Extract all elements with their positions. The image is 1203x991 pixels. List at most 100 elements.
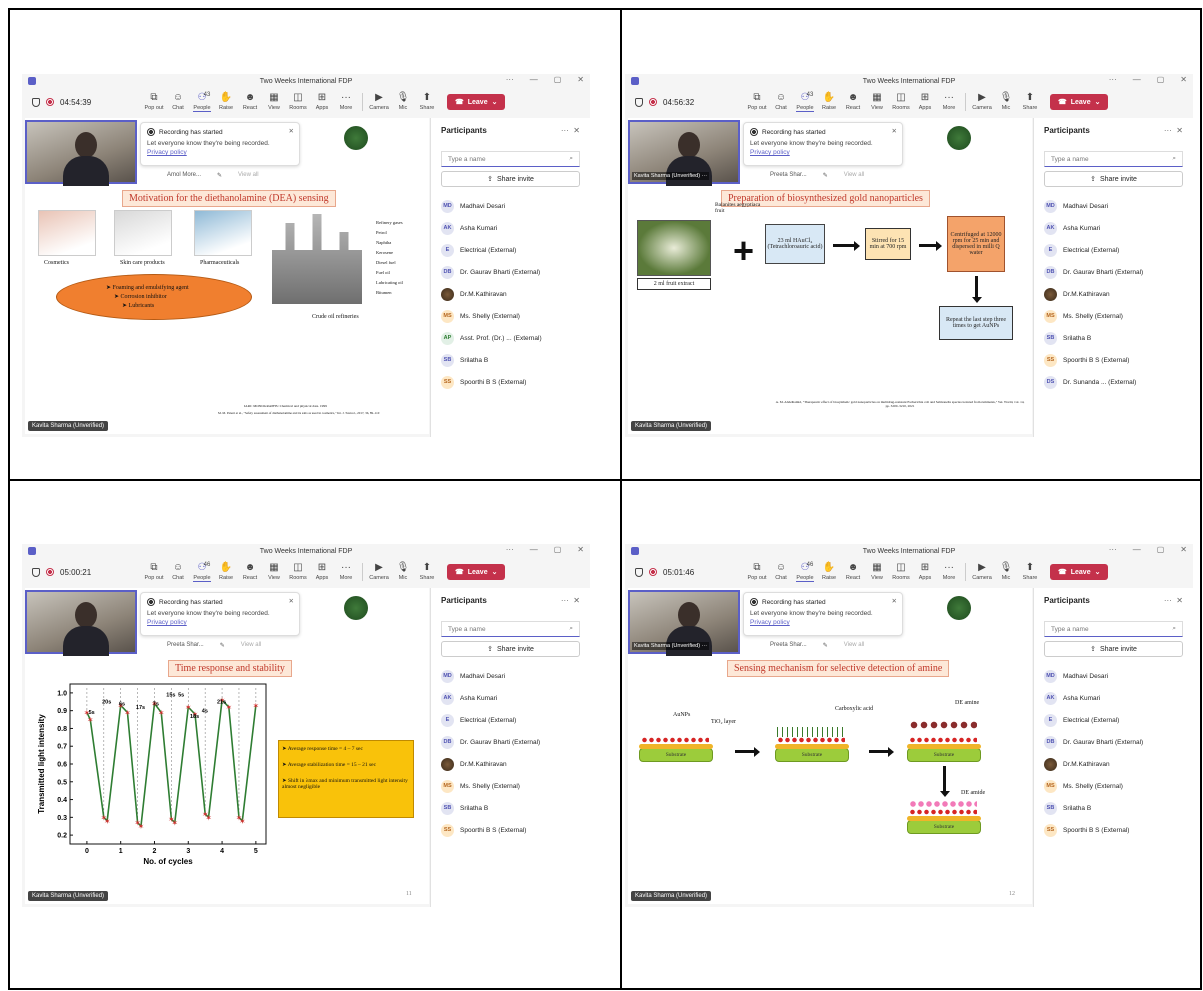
close-icon[interactable]: ✕ (892, 127, 897, 135)
participant-item[interactable]: AK Asha Kumari (431, 217, 590, 239)
leave-button[interactable]: ☎ Leave ⌄ (447, 94, 506, 110)
view-button[interactable]: ▦ View (262, 563, 286, 582)
camera-button[interactable]: ▶ Camera (367, 93, 391, 112)
pop-out-button[interactable]: ⧉ Pop out (142, 563, 166, 582)
maximize-icon[interactable]: ▢ (554, 75, 562, 84)
more-options-icon[interactable]: ··· (1109, 545, 1117, 554)
share-invite-button[interactable]: ⇪ Share invite (1044, 171, 1183, 187)
panel-actions[interactable]: ··· ✕ (561, 126, 580, 135)
panel-actions[interactable]: ··· ✕ (1164, 126, 1183, 135)
participant-item[interactable]: MS Ms. Shelly (External) (1034, 775, 1193, 797)
presenter-video[interactable]: Kavita Sharma (Unverified) ··· (628, 120, 740, 186)
rooms-button[interactable]: ◫ Rooms (889, 93, 913, 112)
participant-item[interactable]: DB Dr. Gaurav Bharti (External) (1034, 261, 1193, 283)
share-button[interactable]: ⬆ Share (1018, 563, 1042, 582)
raise-button[interactable]: ✋ Raise (817, 563, 841, 582)
react-button[interactable]: ☻ React (841, 93, 865, 112)
view-button[interactable]: ▦ View (865, 563, 889, 582)
raise-button[interactable]: ✋ Raise (214, 563, 238, 582)
raise-button[interactable]: ✋ Raise (214, 93, 238, 112)
minimize-icon[interactable]: — (1133, 545, 1141, 554)
more-options-icon[interactable]: ··· (506, 545, 514, 554)
participant-item[interactable]: SB Srilatha B (1034, 327, 1193, 349)
participant-item[interactable]: AP Asst. Prof. (Dr.) ... (External) (431, 327, 590, 349)
view-button[interactable]: ▦ View (262, 93, 286, 112)
participant-item[interactable]: SS Spoorthi B S (External) (1034, 819, 1193, 841)
view-all-link[interactable]: View all (241, 642, 262, 649)
pop-out-button[interactable]: ⧉ Pop out (745, 563, 769, 582)
chevron-down-icon[interactable]: ⌄ (1095, 568, 1101, 576)
privacy-policy-link[interactable]: Privacy policy (750, 149, 896, 156)
participant-item[interactable]: SS Spoorthi B S (External) (431, 371, 590, 393)
minimize-icon[interactable]: — (530, 75, 538, 84)
participant-item[interactable]: Dr.M.Kathiravan (431, 283, 590, 305)
more-button[interactable]: ··· More (334, 563, 358, 582)
participant-search-input[interactable]: Type a name ⌕ (1044, 151, 1183, 167)
privacy-policy-link[interactable]: Privacy policy (147, 149, 293, 156)
view-button[interactable]: ▦ View (865, 93, 889, 112)
share-invite-button[interactable]: ⇪ Share invite (441, 641, 580, 657)
chevron-down-icon[interactable]: ⌄ (1095, 98, 1101, 106)
participant-item[interactable]: AK Asha Kumari (1034, 217, 1193, 239)
maximize-icon[interactable]: ▢ (554, 545, 562, 554)
apps-button[interactable]: ⊞ Apps (913, 93, 937, 112)
pop-out-button[interactable]: ⧉ Pop out (745, 93, 769, 112)
leave-button[interactable]: ☎ Leave ⌄ (447, 564, 506, 580)
share-button[interactable]: ⬆ Share (1018, 93, 1042, 112)
close-icon[interactable]: ✕ (289, 597, 294, 605)
participant-item[interactable]: MD Madhavi Desari (431, 195, 590, 217)
close-icon[interactable]: ✕ (289, 127, 294, 135)
chat-button[interactable]: ☺ Chat (166, 563, 190, 582)
close-icon[interactable]: ✕ (892, 597, 897, 605)
rooms-button[interactable]: ◫ Rooms (889, 563, 913, 582)
participant-search-input[interactable]: Type a name ⌕ (1044, 621, 1183, 637)
rooms-button[interactable]: ◫ Rooms (286, 563, 310, 582)
participant-item[interactable]: SS Spoorthi B S (External) (1034, 349, 1193, 371)
more-options-icon[interactable]: ··· (1109, 75, 1117, 84)
leave-button[interactable]: ☎ Leave ⌄ (1050, 94, 1109, 110)
chevron-down-icon[interactable]: ⌄ (492, 568, 498, 576)
react-button[interactable]: ☻ React (841, 563, 865, 582)
leave-button[interactable]: ☎ Leave ⌄ (1050, 564, 1109, 580)
participant-item[interactable]: MS Ms. Shelly (External) (431, 775, 590, 797)
more-button[interactable]: ··· More (937, 93, 961, 112)
maximize-icon[interactable]: ▢ (1157, 545, 1165, 554)
share-invite-button[interactable]: ⇪ Share invite (1044, 641, 1183, 657)
react-button[interactable]: ☻ React (238, 93, 262, 112)
mic-button[interactable]: 🎙 Mic (391, 93, 415, 112)
participant-item[interactable]: E Electrical (External) (431, 239, 590, 261)
close-window-icon[interactable]: ✕ (577, 545, 584, 554)
participant-item[interactable]: DS Dr. Sunanda ... (External) (1034, 371, 1193, 393)
participant-item[interactable]: MS Ms. Shelly (External) (1034, 305, 1193, 327)
react-button[interactable]: ☻ React (238, 563, 262, 582)
participant-item[interactable]: SS Spoorthi B S (External) (431, 819, 590, 841)
more-button[interactable]: ··· More (334, 93, 358, 112)
share-button[interactable]: ⬆ Share (415, 93, 439, 112)
more-button[interactable]: ··· More (937, 563, 961, 582)
view-all-link[interactable]: View all (238, 172, 259, 179)
pop-out-button[interactable]: ⧉ Pop out (142, 93, 166, 112)
participant-item[interactable]: E Electrical (External) (431, 709, 590, 731)
people-button[interactable]: ⚇ 46 People (190, 562, 214, 582)
presenter-video[interactable]: Kavita Sharma (Unverified) ··· (628, 590, 740, 656)
privacy-policy-link[interactable]: Privacy policy (147, 619, 293, 626)
camera-button[interactable]: ▶ Camera (970, 93, 994, 112)
view-all-link[interactable]: View all (844, 172, 865, 179)
rooms-button[interactable]: ◫ Rooms (286, 93, 310, 112)
close-window-icon[interactable]: ✕ (1180, 75, 1187, 84)
participant-item[interactable]: AK Asha Kumari (431, 687, 590, 709)
participant-search-input[interactable]: Type a name ⌕ (441, 621, 580, 637)
participant-item[interactable]: E Electrical (External) (1034, 239, 1193, 261)
minimize-icon[interactable]: — (1133, 75, 1141, 84)
participant-item[interactable]: AK Asha Kumari (1034, 687, 1193, 709)
panel-actions[interactable]: ··· ✕ (561, 596, 580, 605)
privacy-policy-link[interactable]: Privacy policy (750, 619, 896, 626)
camera-button[interactable]: ▶ Camera (970, 563, 994, 582)
people-button[interactable]: ⚇ 46 People (793, 562, 817, 582)
mic-button[interactable]: 🎙 Mic (994, 563, 1018, 582)
camera-button[interactable]: ▶ Camera (367, 563, 391, 582)
participant-item[interactable]: Dr.M.Kathiravan (431, 753, 590, 775)
chevron-down-icon[interactable]: ⌄ (492, 98, 498, 106)
presenter-video[interactable] (25, 120, 137, 186)
participant-item[interactable]: SB Srilatha B (1034, 797, 1193, 819)
